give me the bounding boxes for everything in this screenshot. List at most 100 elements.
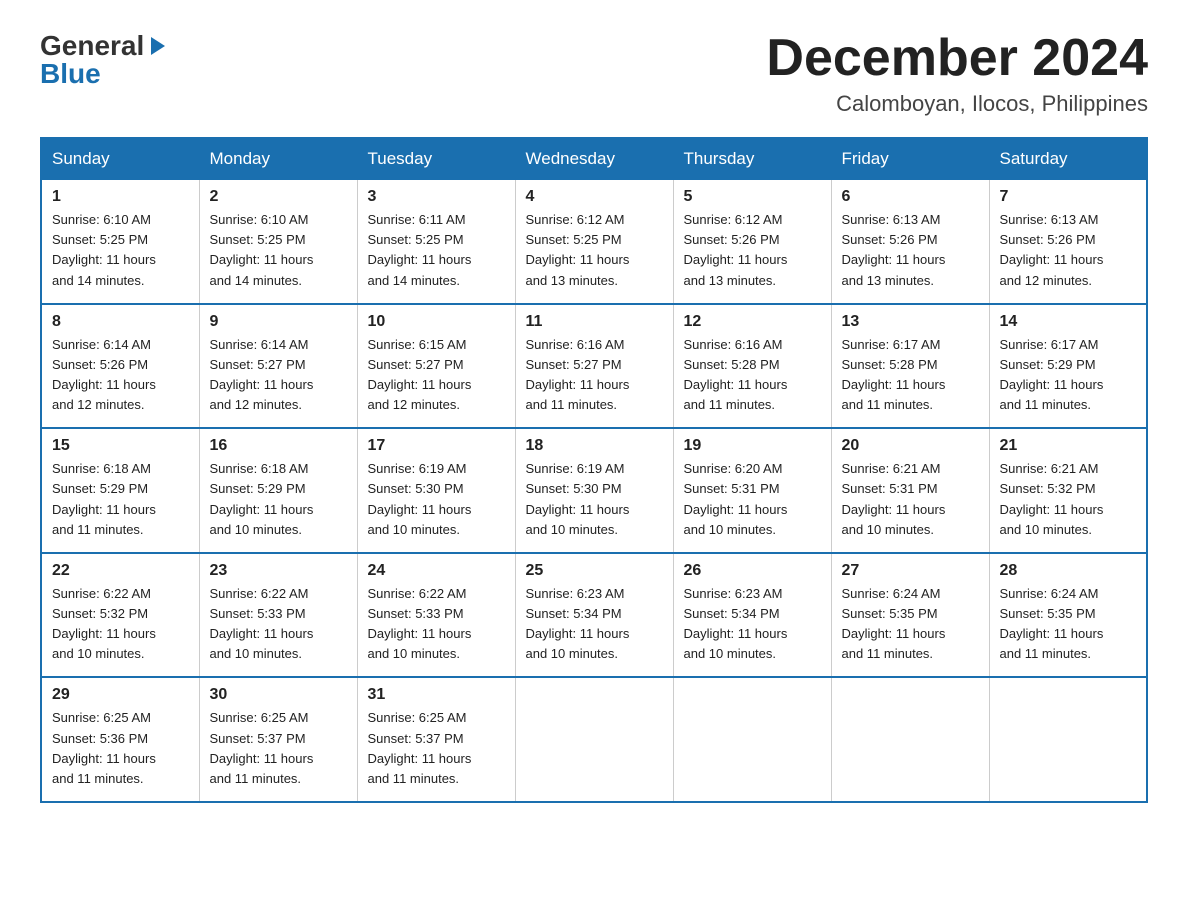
day-info: Sunrise: 6:21 AMSunset: 5:32 PMDaylight:… <box>1000 461 1104 536</box>
day-info: Sunrise: 6:16 AMSunset: 5:27 PMDaylight:… <box>526 337 630 412</box>
logo-blue-text: Blue <box>40 58 101 90</box>
day-number: 27 <box>842 562 979 580</box>
calendar-cell: 30 Sunrise: 6:25 AMSunset: 5:37 PMDaylig… <box>199 677 357 802</box>
day-number: 5 <box>684 188 821 206</box>
col-sunday: Sunday <box>41 138 199 180</box>
calendar-cell: 19 Sunrise: 6:20 AMSunset: 5:31 PMDaylig… <box>673 428 831 553</box>
day-info: Sunrise: 6:24 AMSunset: 5:35 PMDaylight:… <box>1000 586 1104 661</box>
calendar-cell: 21 Sunrise: 6:21 AMSunset: 5:32 PMDaylig… <box>989 428 1147 553</box>
calendar-week-row: 1 Sunrise: 6:10 AMSunset: 5:25 PMDayligh… <box>41 180 1147 304</box>
day-number: 13 <box>842 313 979 331</box>
day-info: Sunrise: 6:25 AMSunset: 5:37 PMDaylight:… <box>210 710 314 785</box>
day-number: 21 <box>1000 437 1137 455</box>
calendar-cell: 12 Sunrise: 6:16 AMSunset: 5:28 PMDaylig… <box>673 304 831 429</box>
day-number: 31 <box>368 686 505 704</box>
calendar-cell: 23 Sunrise: 6:22 AMSunset: 5:33 PMDaylig… <box>199 553 357 678</box>
calendar-cell: 28 Sunrise: 6:24 AMSunset: 5:35 PMDaylig… <box>989 553 1147 678</box>
calendar-cell <box>515 677 673 802</box>
day-number: 17 <box>368 437 505 455</box>
day-number: 24 <box>368 562 505 580</box>
day-info: Sunrise: 6:20 AMSunset: 5:31 PMDaylight:… <box>684 461 788 536</box>
calendar-cell: 29 Sunrise: 6:25 AMSunset: 5:36 PMDaylig… <box>41 677 199 802</box>
col-tuesday: Tuesday <box>357 138 515 180</box>
col-monday: Monday <box>199 138 357 180</box>
calendar-week-row: 15 Sunrise: 6:18 AMSunset: 5:29 PMDaylig… <box>41 428 1147 553</box>
location-subtitle: Calomboyan, Ilocos, Philippines <box>766 91 1148 117</box>
calendar-cell: 14 Sunrise: 6:17 AMSunset: 5:29 PMDaylig… <box>989 304 1147 429</box>
day-number: 25 <box>526 562 663 580</box>
col-wednesday: Wednesday <box>515 138 673 180</box>
day-number: 26 <box>684 562 821 580</box>
day-number: 7 <box>1000 188 1137 206</box>
calendar-cell: 7 Sunrise: 6:13 AMSunset: 5:26 PMDayligh… <box>989 180 1147 304</box>
calendar-cell: 15 Sunrise: 6:18 AMSunset: 5:29 PMDaylig… <box>41 428 199 553</box>
calendar-table: Sunday Monday Tuesday Wednesday Thursday… <box>40 137 1148 803</box>
col-saturday: Saturday <box>989 138 1147 180</box>
calendar-cell <box>673 677 831 802</box>
day-number: 1 <box>52 188 189 206</box>
day-number: 16 <box>210 437 347 455</box>
day-info: Sunrise: 6:22 AMSunset: 5:33 PMDaylight:… <box>368 586 472 661</box>
day-info: Sunrise: 6:18 AMSunset: 5:29 PMDaylight:… <box>210 461 314 536</box>
page-header: General Blue December 2024 Calomboyan, I… <box>40 30 1148 117</box>
calendar-header-row: Sunday Monday Tuesday Wednesday Thursday… <box>41 138 1147 180</box>
calendar-cell: 27 Sunrise: 6:24 AMSunset: 5:35 PMDaylig… <box>831 553 989 678</box>
calendar-cell: 24 Sunrise: 6:22 AMSunset: 5:33 PMDaylig… <box>357 553 515 678</box>
calendar-cell: 25 Sunrise: 6:23 AMSunset: 5:34 PMDaylig… <box>515 553 673 678</box>
calendar-cell: 9 Sunrise: 6:14 AMSunset: 5:27 PMDayligh… <box>199 304 357 429</box>
logo-arrow-icon <box>147 35 169 57</box>
day-info: Sunrise: 6:12 AMSunset: 5:26 PMDaylight:… <box>684 212 788 287</box>
day-number: 22 <box>52 562 189 580</box>
calendar-cell: 20 Sunrise: 6:21 AMSunset: 5:31 PMDaylig… <box>831 428 989 553</box>
calendar-cell: 10 Sunrise: 6:15 AMSunset: 5:27 PMDaylig… <box>357 304 515 429</box>
calendar-cell: 26 Sunrise: 6:23 AMSunset: 5:34 PMDaylig… <box>673 553 831 678</box>
calendar-week-row: 8 Sunrise: 6:14 AMSunset: 5:26 PMDayligh… <box>41 304 1147 429</box>
day-info: Sunrise: 6:24 AMSunset: 5:35 PMDaylight:… <box>842 586 946 661</box>
day-info: Sunrise: 6:19 AMSunset: 5:30 PMDaylight:… <box>526 461 630 536</box>
calendar-cell: 17 Sunrise: 6:19 AMSunset: 5:30 PMDaylig… <box>357 428 515 553</box>
calendar-cell <box>989 677 1147 802</box>
day-info: Sunrise: 6:13 AMSunset: 5:26 PMDaylight:… <box>1000 212 1104 287</box>
day-number: 28 <box>1000 562 1137 580</box>
calendar-cell <box>831 677 989 802</box>
day-number: 29 <box>52 686 189 704</box>
calendar-cell: 11 Sunrise: 6:16 AMSunset: 5:27 PMDaylig… <box>515 304 673 429</box>
calendar-cell: 1 Sunrise: 6:10 AMSunset: 5:25 PMDayligh… <box>41 180 199 304</box>
day-info: Sunrise: 6:15 AMSunset: 5:27 PMDaylight:… <box>368 337 472 412</box>
day-info: Sunrise: 6:17 AMSunset: 5:29 PMDaylight:… <box>1000 337 1104 412</box>
day-number: 10 <box>368 313 505 331</box>
calendar-cell: 8 Sunrise: 6:14 AMSunset: 5:26 PMDayligh… <box>41 304 199 429</box>
day-number: 15 <box>52 437 189 455</box>
calendar-cell: 5 Sunrise: 6:12 AMSunset: 5:26 PMDayligh… <box>673 180 831 304</box>
day-number: 12 <box>684 313 821 331</box>
day-info: Sunrise: 6:14 AMSunset: 5:27 PMDaylight:… <box>210 337 314 412</box>
day-number: 2 <box>210 188 347 206</box>
calendar-cell: 6 Sunrise: 6:13 AMSunset: 5:26 PMDayligh… <box>831 180 989 304</box>
col-friday: Friday <box>831 138 989 180</box>
month-title: December 2024 <box>766 30 1148 87</box>
day-info: Sunrise: 6:18 AMSunset: 5:29 PMDaylight:… <box>52 461 156 536</box>
day-info: Sunrise: 6:11 AMSunset: 5:25 PMDaylight:… <box>368 212 472 287</box>
day-number: 14 <box>1000 313 1137 331</box>
calendar-cell: 4 Sunrise: 6:12 AMSunset: 5:25 PMDayligh… <box>515 180 673 304</box>
day-info: Sunrise: 6:25 AMSunset: 5:37 PMDaylight:… <box>368 710 472 785</box>
day-info: Sunrise: 6:10 AMSunset: 5:25 PMDaylight:… <box>210 212 314 287</box>
day-number: 20 <box>842 437 979 455</box>
calendar-cell: 2 Sunrise: 6:10 AMSunset: 5:25 PMDayligh… <box>199 180 357 304</box>
calendar-cell: 18 Sunrise: 6:19 AMSunset: 5:30 PMDaylig… <box>515 428 673 553</box>
day-info: Sunrise: 6:16 AMSunset: 5:28 PMDaylight:… <box>684 337 788 412</box>
title-block: December 2024 Calomboyan, Ilocos, Philip… <box>766 30 1148 117</box>
calendar-cell: 22 Sunrise: 6:22 AMSunset: 5:32 PMDaylig… <box>41 553 199 678</box>
day-info: Sunrise: 6:14 AMSunset: 5:26 PMDaylight:… <box>52 337 156 412</box>
calendar-cell: 13 Sunrise: 6:17 AMSunset: 5:28 PMDaylig… <box>831 304 989 429</box>
calendar-cell: 16 Sunrise: 6:18 AMSunset: 5:29 PMDaylig… <box>199 428 357 553</box>
day-number: 3 <box>368 188 505 206</box>
calendar-week-row: 29 Sunrise: 6:25 AMSunset: 5:36 PMDaylig… <box>41 677 1147 802</box>
day-number: 11 <box>526 313 663 331</box>
col-thursday: Thursday <box>673 138 831 180</box>
calendar-week-row: 22 Sunrise: 6:22 AMSunset: 5:32 PMDaylig… <box>41 553 1147 678</box>
day-info: Sunrise: 6:22 AMSunset: 5:33 PMDaylight:… <box>210 586 314 661</box>
day-number: 6 <box>842 188 979 206</box>
day-info: Sunrise: 6:13 AMSunset: 5:26 PMDaylight:… <box>842 212 946 287</box>
day-info: Sunrise: 6:23 AMSunset: 5:34 PMDaylight:… <box>526 586 630 661</box>
